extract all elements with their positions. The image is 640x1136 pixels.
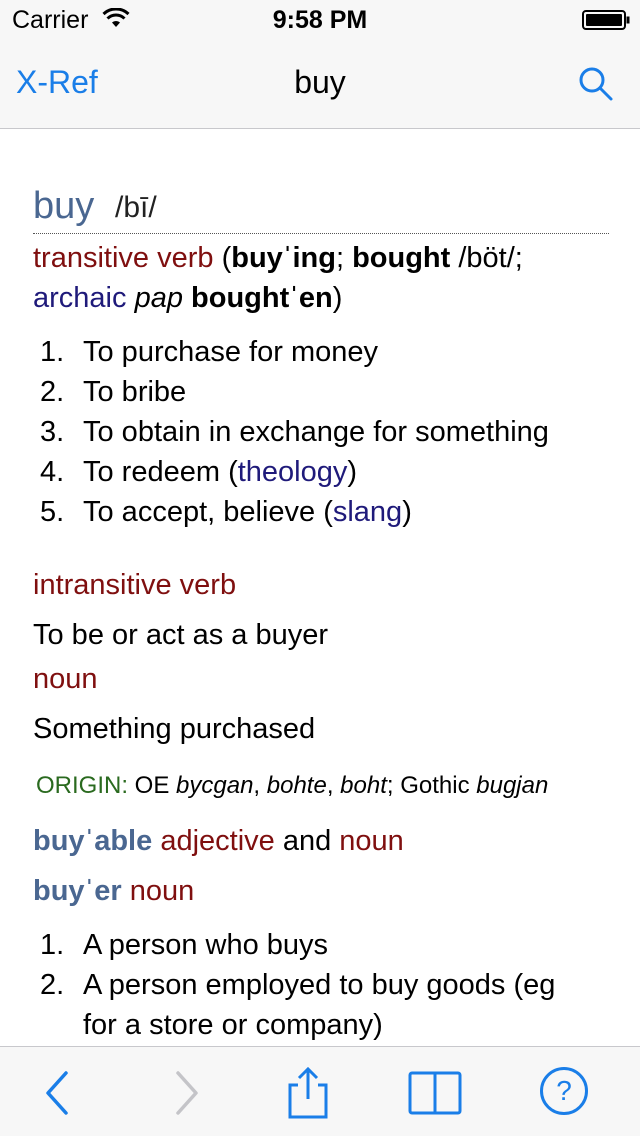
page-title: buy	[294, 64, 346, 100]
battery-icon	[582, 10, 630, 30]
transitive-verb-line: transitive verb (buyˈing; bought /böt/;	[33, 242, 523, 275]
def-text: A person who buys	[83, 929, 329, 961]
def-text: To bribe	[83, 376, 187, 408]
def-number: 1.	[40, 336, 65, 368]
def-number: 2.	[40, 969, 65, 1001]
inflection-buying: buyˈing	[231, 242, 336, 274]
origin-word: bohte	[266, 772, 327, 799]
paren-close: )	[332, 282, 343, 314]
def-number: 2.	[40, 376, 65, 408]
bottom-toolbar: ?	[0, 1046, 640, 1136]
origin-sep: ,	[326, 772, 341, 799]
paren-open: (	[213, 242, 232, 274]
pos-intransitive-verb: intransitive verb	[33, 569, 237, 601]
intransitive-definition: To be or act as a buyer	[33, 619, 328, 651]
def-text: for a store or company)	[83, 1009, 383, 1041]
def-text: To obtain in exchange for something	[83, 416, 549, 448]
register-archaic[interactable]: archaic	[33, 282, 127, 314]
pap-label: pap	[134, 282, 183, 314]
clock: 9:58 PM	[272, 6, 368, 34]
def-number: 1.	[40, 929, 65, 961]
derived-buyer: buyˈer noun	[33, 875, 194, 908]
archaic-line: archaic pap boughtˈen)	[33, 282, 342, 315]
pronunciation: /bī/	[115, 191, 157, 224]
origin-word: boht	[340, 772, 387, 799]
def-number: 3.	[40, 416, 65, 448]
headword: buy	[33, 185, 95, 227]
separator: ;	[335, 242, 353, 274]
origin-sep: ; Gothic	[386, 772, 477, 799]
def-text: To accept, believe (slang)	[83, 496, 412, 529]
chevron-right-icon[interactable]	[162, 1069, 210, 1117]
def-number: 5.	[40, 496, 65, 528]
origin-lang: OE	[128, 772, 177, 799]
share-icon[interactable]	[284, 1065, 332, 1119]
def-text-pre: To accept, believe (	[83, 496, 333, 528]
derived-pos: adjective	[160, 825, 275, 857]
def-text-post: )	[347, 456, 358, 488]
etymology: ORIGIN: OE bycgan, bohte, boht; Gothic b…	[36, 772, 548, 800]
derived-pos: noun	[129, 875, 195, 907]
derived-buyable: buyˈable adjective and noun	[33, 825, 404, 858]
pos-transitive-verb: transitive verb	[33, 242, 214, 274]
search-icon[interactable]	[578, 66, 614, 102]
inflection-bought: bought	[352, 242, 451, 274]
origin-label: ORIGIN:	[36, 772, 129, 799]
navigation-bar: X-Ref buy	[0, 40, 640, 129]
def-text: To purchase for money	[83, 336, 378, 368]
def-text-pre: To redeem (	[83, 456, 238, 488]
bought-pronunciation: /böt/;	[450, 242, 523, 274]
status-bar: Carrier 9:58 PM	[0, 0, 640, 40]
pos-noun: noun	[33, 663, 98, 695]
def-text-post: )	[402, 496, 412, 528]
headword-line: buy /bī/	[33, 185, 609, 234]
def-text: To redeem (theology)	[83, 456, 357, 489]
origin-word: bugjan	[476, 772, 549, 799]
inflection-boughten: boughtˈen	[191, 282, 333, 314]
book-icon[interactable]	[408, 1069, 462, 1117]
screen: Carrier 9:58 PM X-Ref buy buy /bī/ trans…	[0, 0, 640, 1136]
derived-and: and	[282, 825, 332, 857]
derived-pos: noun	[339, 825, 404, 857]
chevron-left-icon[interactable]	[34, 1069, 82, 1117]
help-icon[interactable]: ?	[540, 1067, 588, 1115]
register-theology-link[interactable]: theology	[238, 456, 348, 488]
noun-definition: Something purchased	[33, 713, 316, 745]
def-number: 4.	[40, 456, 65, 488]
register-slang-link[interactable]: slang	[333, 496, 402, 528]
origin-sep: ,	[253, 772, 267, 799]
derived-word: buyˈer	[33, 875, 122, 907]
derived-word: buyˈable	[33, 825, 153, 857]
def-text: A person employed to buy goods (eg	[83, 969, 556, 1001]
dictionary-entry: buy /bī/ transitive verb (buyˈing; bough…	[0, 129, 640, 1046]
origin-word: bycgan	[176, 772, 254, 799]
